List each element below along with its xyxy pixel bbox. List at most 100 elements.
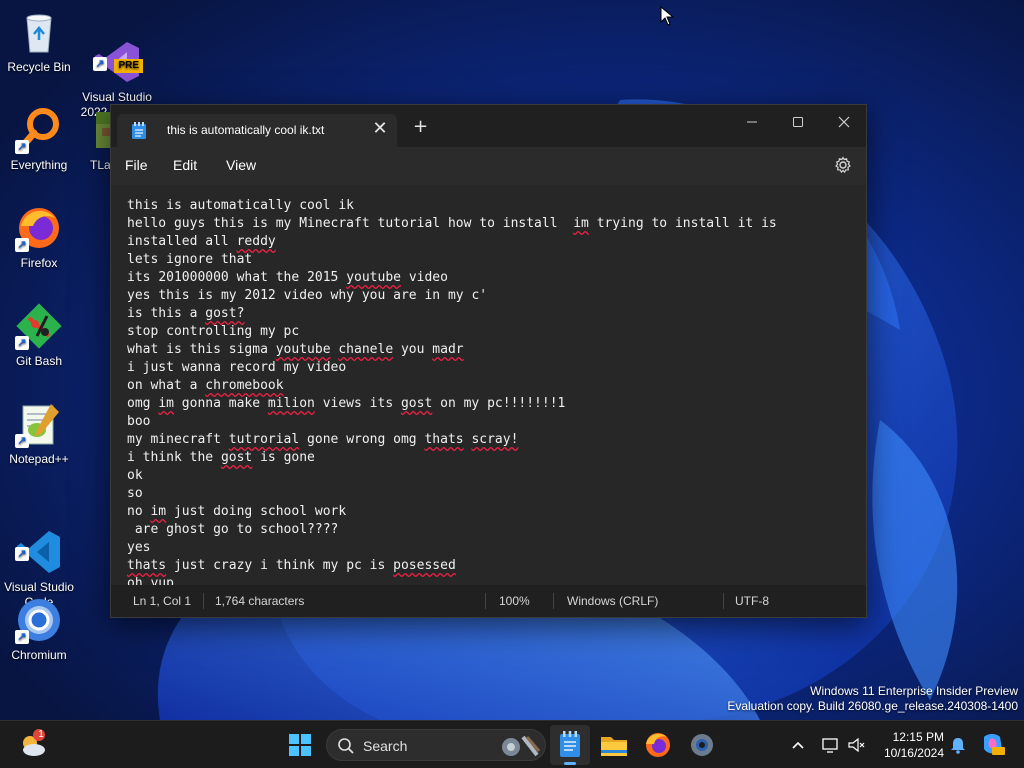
text-line: stop controlling my pc [127,324,300,339]
start-button[interactable] [280,725,320,765]
text-line: is this a gost? [127,306,245,321]
everything-search-icon: ↗ [15,106,63,154]
text-line: its 201000000 what the 2015 youtube vide… [127,270,448,285]
editor-text: this is automatically cool ik hello guys … [127,197,777,585]
desktop-icon-label: Chromium [11,648,67,662]
desktop-icon-firefox[interactable]: ↗ Firefox [0,204,78,271]
chevron-up-icon[interactable] [788,735,808,755]
text-line: installed all reddy [127,234,276,249]
copilot-icon[interactable] [980,731,1006,757]
text-line: are ghost go to school???? [134,522,339,537]
text-line: hello guys this is my Minecraft tutorial… [127,216,777,231]
shortcut-arrow-icon: ↗ [15,547,29,561]
menu-view[interactable]: View [226,157,256,173]
menu-file[interactable]: File [125,157,148,173]
network-icon[interactable] [820,735,840,755]
text-line: i think the gost is gone [127,450,315,465]
desktop-icon-chromium[interactable]: ↗ Chromium [0,596,78,663]
notepad-plus-plus-icon: ↗ [15,400,63,448]
search-icon [338,738,354,754]
status-zoom[interactable]: 100% [499,594,530,608]
settings-gear-icon[interactable] [834,156,852,174]
taskbar-settings[interactable] [682,725,722,765]
text-line: lets ignore that [127,252,253,267]
text-line: oh yup [127,576,174,585]
shortcut-arrow-icon: ↗ [15,238,29,252]
desktop-icon-label: Recycle Bin [7,60,71,74]
taskbar-firefox[interactable] [638,725,678,765]
vscode-icon: ↗ [15,513,63,573]
desktop-icon-tlauncher[interactable]: TLau [72,106,112,173]
notepad-app-icon [132,122,146,139]
text-line: i just wanna record my video [127,360,347,375]
visual-studio-icon: PRE ↗ [93,23,143,82]
desktop-icon-everything[interactable]: ↗ Everything [0,106,78,173]
status-cursor-position[interactable]: Ln 1, Col 1 [133,594,191,608]
new-tab-button[interactable]: + [413,118,428,136]
search-label: Search [363,738,408,754]
mouse-cursor-icon [660,6,674,26]
menu-edit[interactable]: Edit [173,157,197,173]
status-encoding[interactable]: UTF-8 [735,594,769,608]
status-character-count: 1,764 characters [215,594,305,608]
menu-bar: File Edit View [111,147,866,185]
tab-title: this is automatically cool ik.txt [167,123,325,137]
weather-widget-button[interactable]: 1 [14,725,54,765]
notification-bell-icon[interactable] [948,735,968,755]
search-highlight-icon [502,735,541,757]
weather-badge-count: 1 [38,729,44,740]
desktop-icon-label: Git Bash [15,354,63,368]
firefox-icon: ↗ [15,204,63,252]
title-bar[interactable]: this is automatically cool ik.txt ✕ + [111,105,866,147]
text-line: yes [127,540,151,555]
tab-document[interactable]: this is automatically cool ik.txt ✕ [117,114,397,147]
text-line: no im just doing school work [127,504,347,519]
minimize-icon [747,121,757,123]
text-editor-area[interactable]: this is automatically cool ik hello guys … [111,185,866,585]
text-line: yes this is my 2012 video why you are in… [127,288,488,303]
firefox-icon [646,733,670,757]
clock-time: 12:15 PM [892,730,944,744]
desktop-icon-git-bash[interactable]: ↗ Git Bash [0,302,78,369]
recycle-bin-icon [15,8,63,56]
desktop-icon-label: Everything [10,158,68,172]
system-clock[interactable]: 12:15 PM 10/16/2024 [872,729,944,761]
notepad-icon [560,731,580,757]
desktop-icon-recycle-bin[interactable]: Recycle Bin [0,8,78,75]
shortcut-arrow-icon: ↗ [15,336,29,350]
active-indicator [564,762,576,765]
text-line: this is automatically cool ik [127,198,354,213]
shortcut-arrow-icon: ↗ [15,140,29,154]
watermark-build: Evaluation copy. Build 26080.ge_release.… [727,699,1018,713]
volume-muted-icon[interactable] [846,735,866,755]
text-line: ok [127,468,143,483]
status-bar: Ln 1, Col 1 1,764 characters 100% Window… [111,585,866,617]
text-line: on what a chromebook [127,378,284,393]
settings-icon [691,734,713,756]
minimize-button[interactable] [729,109,775,139]
shortcut-arrow-icon: ↗ [15,630,29,644]
close-icon [838,116,850,128]
desktop-icon-notepad-plus-plus[interactable]: ↗ Notepad++ [0,400,78,467]
shortcut-arrow-icon: ↗ [15,434,29,448]
desktop-icon-vscode[interactable]: ↗ Visual Studio Code [0,498,78,610]
taskbar-notepad[interactable] [550,725,590,765]
close-window-button[interactable] [821,109,867,139]
preview-badge: PRE [114,59,143,73]
maximize-icon [793,117,803,127]
tab-close-button[interactable]: ✕ [369,118,391,139]
desktop-icon-label: Firefox [20,256,58,270]
taskbar-search-box[interactable]: Search [326,729,546,761]
chromium-icon: ↗ [15,596,63,644]
evaluation-watermark: Windows 11 Enterprise Insider Preview Ev… [727,684,1018,714]
status-line-ending[interactable]: Windows (CRLF) [567,594,658,608]
git-bash-icon: ↗ [15,302,63,350]
maximize-button[interactable] [775,109,821,139]
taskbar-file-explorer[interactable] [594,725,634,765]
taskbar: 1 Search 12:15 PM 10/16/2024 [0,720,1024,768]
watermark-edition: Windows 11 Enterprise Insider Preview [810,684,1018,698]
notepad-window[interactable]: this is automatically cool ik.txt ✕ + Fi… [110,104,867,618]
text-line: boo [127,414,151,429]
clock-date: 10/16/2024 [883,746,944,760]
text-line: my minecraft tutrorial gone wrong omg th… [127,432,519,447]
